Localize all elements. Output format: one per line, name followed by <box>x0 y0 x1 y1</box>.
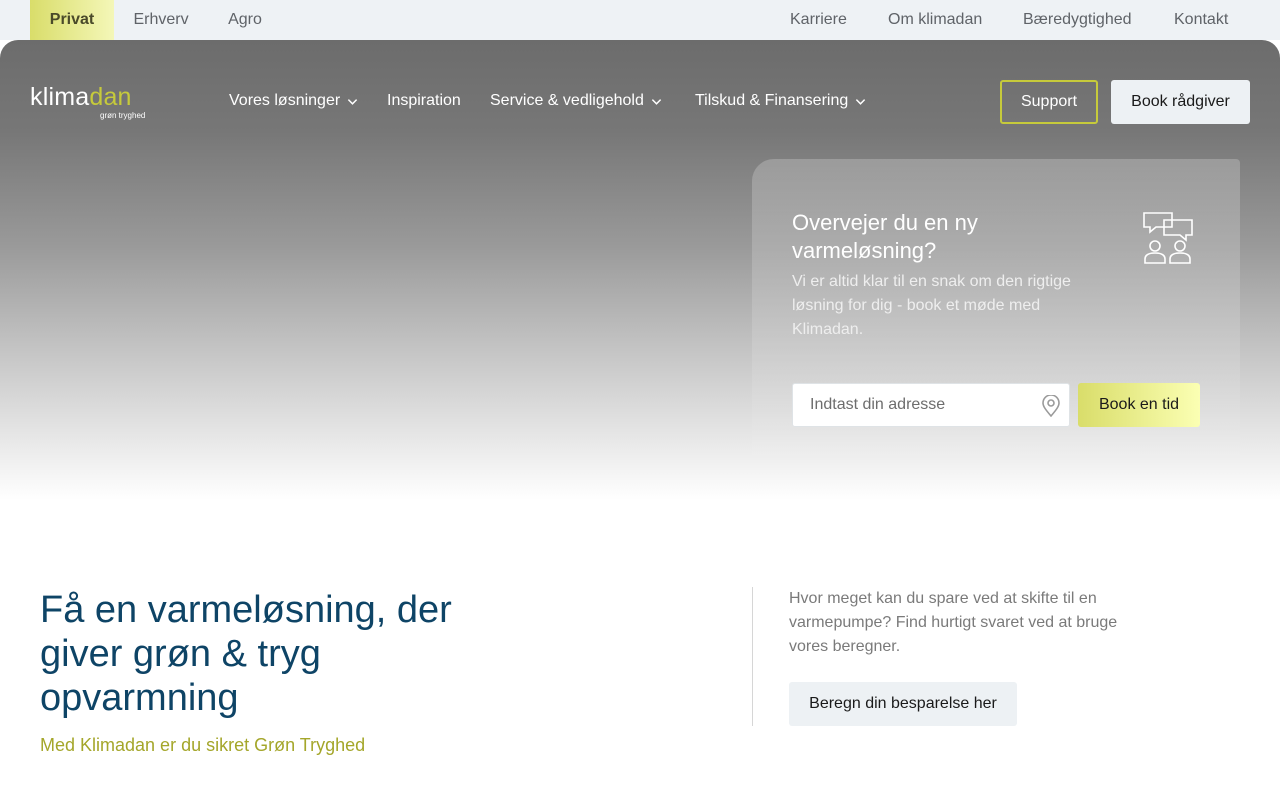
booking-card: Overvejer du en ny varmeløsning? Vi er a… <box>752 159 1240 489</box>
page-headline: Få en varmeløsning, der giver grøn & try… <box>40 589 452 719</box>
nav-item-tilskud-finansering[interactable]: Tilskud & Finansering <box>695 88 866 114</box>
nav-item-label: Service & vedligehold <box>490 92 644 109</box>
utility-link-baeredygtighed[interactable]: Bæredygtighed <box>1023 0 1132 40</box>
calculate-savings-button[interactable]: Beregn din besparelse her <box>789 682 1017 726</box>
chevron-down-icon <box>856 98 866 105</box>
savings-description: Hvor meget kan du spare ved at skifte ti… <box>789 590 1118 655</box>
klimadan-logo[interactable]: klimadan grøn tryghed <box>30 84 150 124</box>
book-appointment-button[interactable]: Book en tid <box>1078 383 1200 427</box>
booking-card-title: Overvejer du en ny varmeløsning? <box>792 210 978 263</box>
nav-item-label: Inspiration <box>387 92 461 109</box>
nav-item-label: Vores løsninger <box>229 92 341 109</box>
segment-erhverv[interactable]: Erhverv <box>114 0 208 40</box>
chat-people-icon <box>1143 212 1193 264</box>
address-field <box>792 383 1070 427</box>
nav-item-inspiration[interactable]: Inspiration <box>387 88 461 114</box>
nav-item-label: Tilskud & Finansering <box>695 92 849 109</box>
address-input[interactable] <box>793 384 1033 426</box>
segment-agro[interactable]: Agro <box>208 0 282 40</box>
booking-card-text: Vi er altid klar til en snak om den rigt… <box>792 273 1071 338</box>
book-advisor-button[interactable]: Book rådgiver <box>1111 80 1250 124</box>
top-utility-bar: Privat Erhverv Agro Karriere Om klimadan… <box>0 0 1280 40</box>
chevron-down-icon <box>348 98 358 105</box>
nav-item-service-vedligehold[interactable]: Service & vedligehold <box>490 88 662 114</box>
chevron-down-icon <box>651 98 662 105</box>
nav-item-vores-loesninger[interactable]: Vores løsninger <box>229 88 358 114</box>
support-button[interactable]: Support <box>1000 80 1098 124</box>
content-divider <box>752 587 753 726</box>
utility-link-karriere[interactable]: Karriere <box>790 0 847 40</box>
utility-link-om-klimadan[interactable]: Om klimadan <box>888 0 982 40</box>
hero-section: klimadan grøn tryghed Vores løsninger In… <box>0 40 1280 500</box>
utility-link-kontakt[interactable]: Kontakt <box>1174 0 1228 40</box>
logo-wordmark: klimadan <box>30 83 132 111</box>
page-subline: Med Klimadan er du sikret Grøn Tryghed <box>40 735 366 755</box>
logo-tagline: grøn tryghed <box>100 111 146 120</box>
segment-privat[interactable]: Privat <box>30 0 114 40</box>
location-pin-icon <box>1042 395 1060 417</box>
